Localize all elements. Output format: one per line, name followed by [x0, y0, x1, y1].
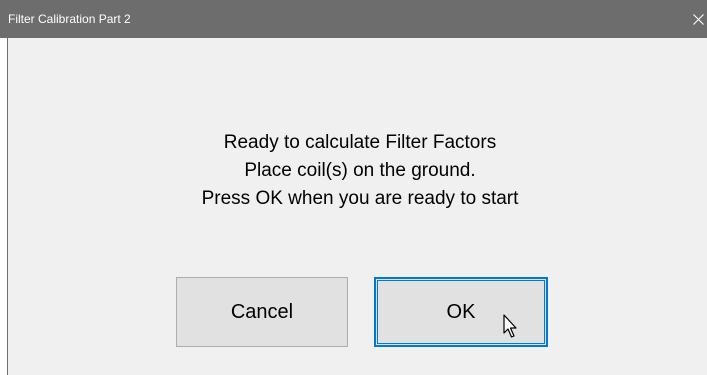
close-icon: [693, 13, 704, 25]
dialog-window: Filter Calibration Part 2 Ready to calcu…: [0, 0, 707, 375]
ok-button[interactable]: OK: [374, 277, 548, 347]
cancel-button[interactable]: Cancel: [176, 277, 348, 347]
message-line-1: Ready to calculate Filter Factors: [223, 132, 497, 153]
mouse-cursor-icon: [503, 314, 517, 338]
title-bar[interactable]: Filter Calibration Part 2: [0, 0, 707, 38]
message-line-2: Place coil(s) on the ground.: [244, 160, 476, 181]
window-title: Filter Calibration Part 2: [8, 12, 131, 26]
message-line-3: Press OK when you are ready to start: [201, 188, 519, 209]
close-button[interactable]: [687, 0, 707, 38]
